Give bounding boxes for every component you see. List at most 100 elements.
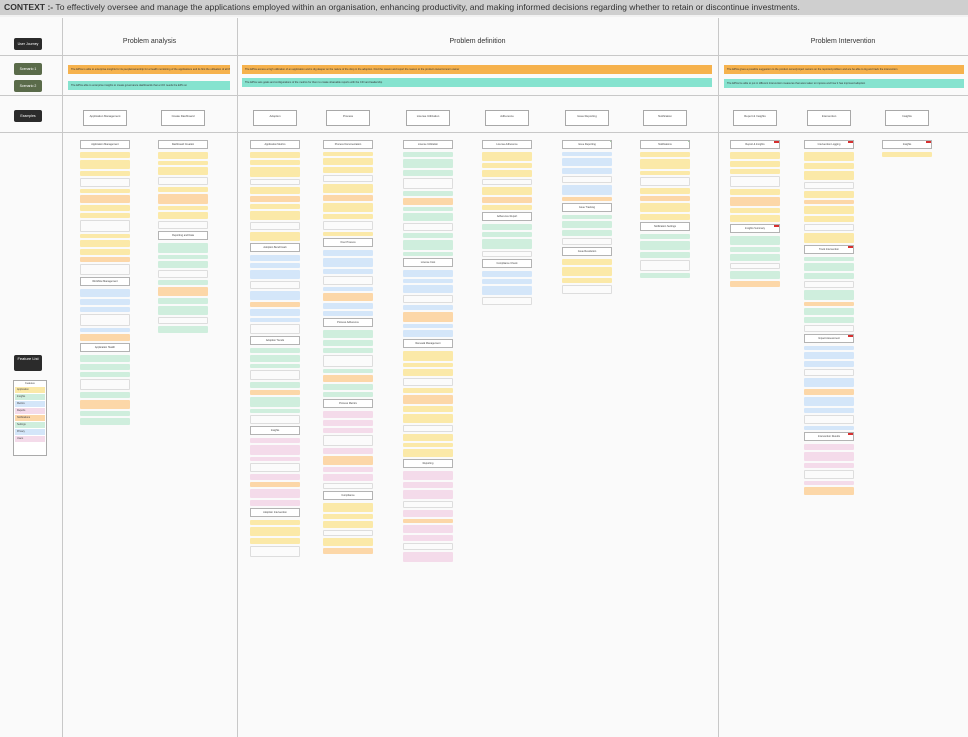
sticky-note[interactable]	[562, 176, 612, 183]
sticky-note[interactable]	[250, 520, 300, 525]
sticky-note[interactable]	[323, 375, 373, 382]
sticky-note[interactable]	[323, 435, 373, 446]
sticky-note[interactable]	[250, 500, 300, 506]
sticky-note[interactable]	[403, 378, 453, 386]
sticky-note[interactable]	[403, 324, 453, 328]
sticky-note[interactable]	[804, 224, 854, 231]
sticky-note[interactable]	[403, 425, 453, 432]
sticky-note[interactable]	[323, 355, 373, 367]
sticky-note[interactable]	[403, 285, 453, 293]
sticky-note[interactable]	[250, 152, 300, 158]
sticky-note[interactable]	[323, 158, 373, 165]
sticky-note[interactable]	[730, 161, 780, 167]
sticky-note[interactable]	[158, 270, 208, 278]
sticky-note[interactable]	[804, 163, 854, 169]
sticky-note[interactable]	[323, 474, 373, 481]
sticky-note[interactable]	[323, 538, 373, 546]
sticky-note[interactable]	[323, 448, 373, 454]
sticky-note[interactable]	[158, 152, 208, 159]
sticky-note[interactable]	[562, 285, 612, 294]
sticky-note[interactable]	[403, 351, 453, 361]
sticky-note[interactable]	[403, 252, 453, 256]
sticky-note[interactable]	[403, 279, 453, 283]
feature-card[interactable]: Compliance	[323, 491, 373, 500]
sticky-note[interactable]	[730, 215, 780, 222]
sticky-note[interactable]	[730, 236, 780, 245]
sticky-note[interactable]	[250, 281, 300, 289]
sticky-note[interactable]	[804, 325, 854, 332]
feature-card[interactable]: Insights	[882, 140, 932, 149]
column-header[interactable]: Adoption	[253, 110, 297, 126]
sticky-note[interactable]	[250, 546, 300, 557]
sticky-note[interactable]	[80, 189, 130, 193]
sticky-note[interactable]	[323, 340, 373, 346]
column-header[interactable]: Process	[326, 110, 370, 126]
sticky-note[interactable]	[403, 369, 453, 376]
sticky-note[interactable]	[403, 240, 453, 250]
sticky-note[interactable]	[250, 355, 300, 362]
sticky-note[interactable]	[804, 263, 854, 271]
column-header[interactable]: Create Dashboard	[161, 110, 205, 126]
sticky-note[interactable]	[804, 352, 854, 359]
sticky-note[interactable]	[250, 348, 300, 353]
feature-card[interactable]: Report & Insights	[730, 140, 780, 149]
sticky-note[interactable]	[250, 409, 300, 413]
sticky-note[interactable]	[323, 392, 373, 397]
sticky-note[interactable]	[250, 324, 300, 334]
sticky-note[interactable]	[80, 240, 130, 247]
sticky-note[interactable]	[250, 463, 300, 472]
sticky-note[interactable]	[323, 330, 373, 338]
sticky-note[interactable]	[403, 501, 453, 508]
sticky-note[interactable]	[640, 177, 690, 186]
sticky-note[interactable]	[403, 395, 453, 404]
sticky-note[interactable]	[250, 263, 300, 268]
sticky-note[interactable]	[250, 382, 300, 388]
sticky-note[interactable]	[403, 207, 453, 211]
sticky-note[interactable]	[80, 418, 130, 425]
sticky-note[interactable]	[482, 205, 532, 210]
sticky-note[interactable]	[158, 177, 208, 185]
sticky-note[interactable]	[403, 295, 453, 303]
sticky-note[interactable]	[323, 269, 373, 274]
sticky-note[interactable]	[804, 487, 854, 495]
sticky-note[interactable]	[80, 314, 130, 326]
sticky-note[interactable]	[323, 420, 373, 426]
sticky-note[interactable]	[80, 299, 130, 305]
sticky-note[interactable]	[804, 152, 854, 161]
sticky-note[interactable]	[158, 298, 208, 304]
sticky-note[interactable]	[562, 158, 612, 166]
feature-card[interactable]: Adoption Trends	[250, 336, 300, 345]
sticky-note[interactable]	[158, 287, 208, 296]
sticky-note[interactable]	[250, 179, 300, 185]
feature-card[interactable]: Issue Resolution	[562, 247, 612, 256]
feature-card[interactable]: Track Intervention	[804, 245, 854, 254]
sticky-note[interactable]	[482, 271, 532, 277]
feature-card[interactable]: Dashboard Creation	[158, 140, 208, 149]
sticky-note[interactable]	[562, 267, 612, 276]
sticky-note[interactable]	[730, 189, 780, 195]
sticky-note[interactable]	[403, 490, 453, 499]
sticky-note[interactable]	[323, 311, 373, 316]
sticky-note[interactable]	[323, 548, 373, 554]
sticky-note[interactable]	[730, 254, 780, 261]
sticky-note[interactable]	[562, 152, 612, 156]
sticky-note[interactable]	[323, 250, 373, 256]
sticky-note[interactable]	[403, 471, 453, 480]
sticky-note[interactable]	[80, 160, 130, 169]
sticky-note[interactable]	[80, 334, 130, 341]
sticky-note[interactable]	[158, 306, 208, 315]
feature-card[interactable]: Intervention Logging	[804, 140, 854, 149]
sticky-note[interactable]	[482, 179, 532, 185]
sticky-note[interactable]	[804, 397, 854, 406]
sticky-note[interactable]	[158, 206, 208, 210]
sticky-note[interactable]	[804, 302, 854, 306]
sticky-note[interactable]	[640, 252, 690, 258]
sticky-note[interactable]	[403, 552, 453, 562]
sticky-note[interactable]	[80, 364, 130, 370]
sticky-note[interactable]	[804, 171, 854, 180]
sticky-note[interactable]	[80, 307, 130, 312]
sticky-note[interactable]	[323, 530, 373, 536]
sticky-note[interactable]	[323, 483, 373, 489]
sticky-note[interactable]	[250, 538, 300, 544]
sticky-note[interactable]	[80, 400, 130, 409]
